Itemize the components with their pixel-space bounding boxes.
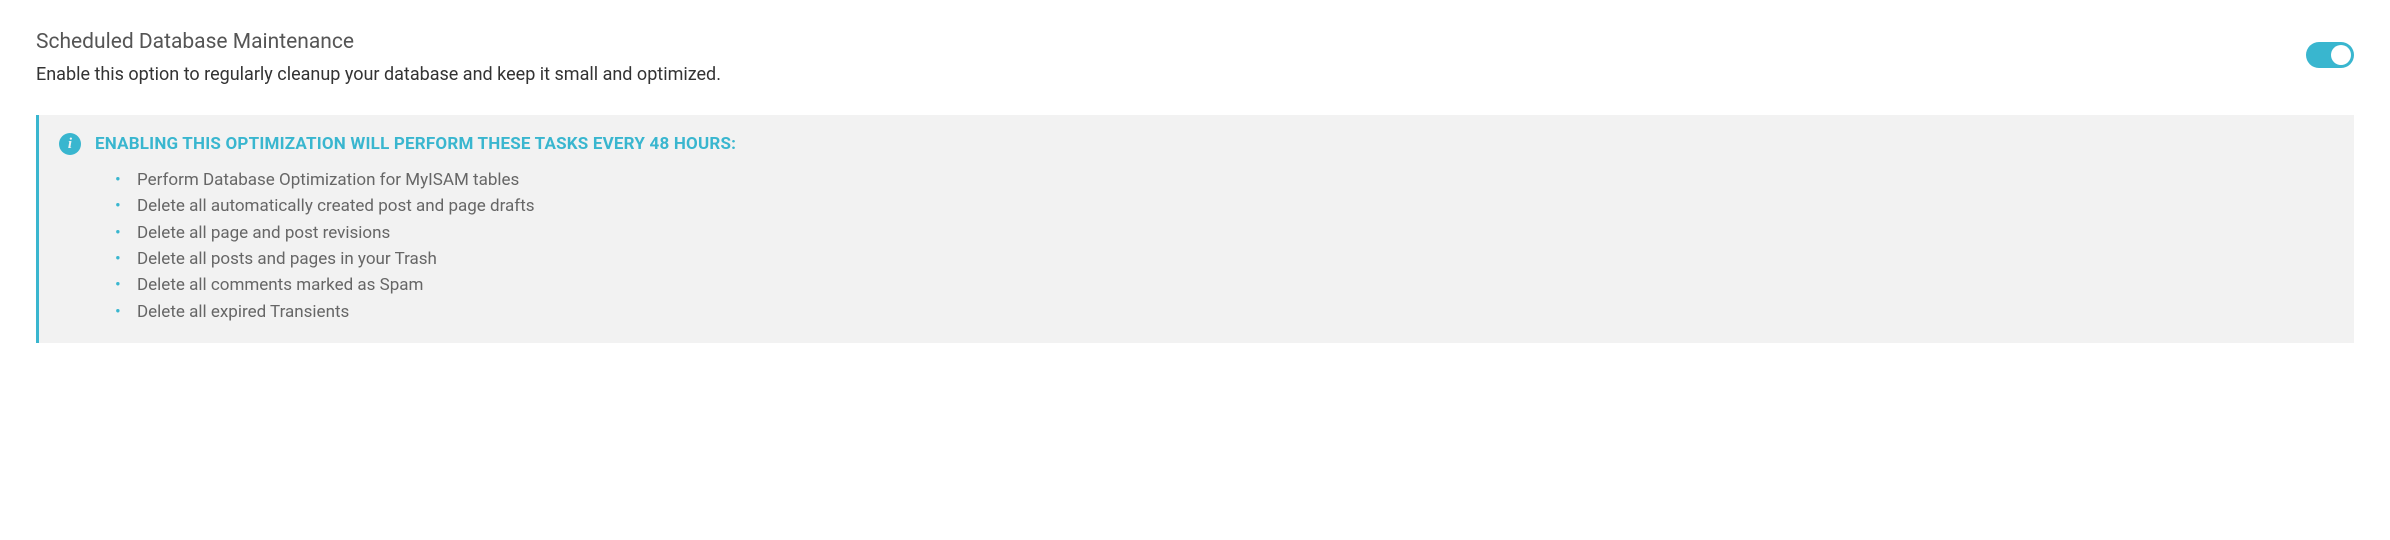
setting-description: Enable this option to regularly cleanup … [36, 64, 2306, 85]
info-panel: i ENABLING THIS OPTIMIZATION WILL PERFOR… [36, 115, 2354, 343]
info-title: ENABLING THIS OPTIMIZATION WILL PERFORM … [95, 134, 736, 154]
enable-toggle[interactable] [2306, 42, 2354, 68]
task-list: Perform Database Optimization for MyISAM… [59, 167, 2334, 325]
toggle-knob [2331, 45, 2351, 65]
list-item: Delete all page and post revisions [115, 220, 2334, 246]
info-icon: i [59, 133, 81, 155]
list-item: Delete all expired Transients [115, 299, 2334, 325]
list-item: Delete all comments marked as Spam [115, 272, 2334, 298]
settings-header: Scheduled Database Maintenance Enable th… [36, 30, 2354, 85]
header-text-block: Scheduled Database Maintenance Enable th… [36, 30, 2306, 85]
setting-title: Scheduled Database Maintenance [36, 30, 2306, 54]
list-item: Delete all automatically created post an… [115, 193, 2334, 219]
list-item: Perform Database Optimization for MyISAM… [115, 167, 2334, 193]
info-header: i ENABLING THIS OPTIMIZATION WILL PERFOR… [59, 133, 2334, 155]
list-item: Delete all posts and pages in your Trash [115, 246, 2334, 272]
info-icon-glyph: i [68, 137, 72, 152]
